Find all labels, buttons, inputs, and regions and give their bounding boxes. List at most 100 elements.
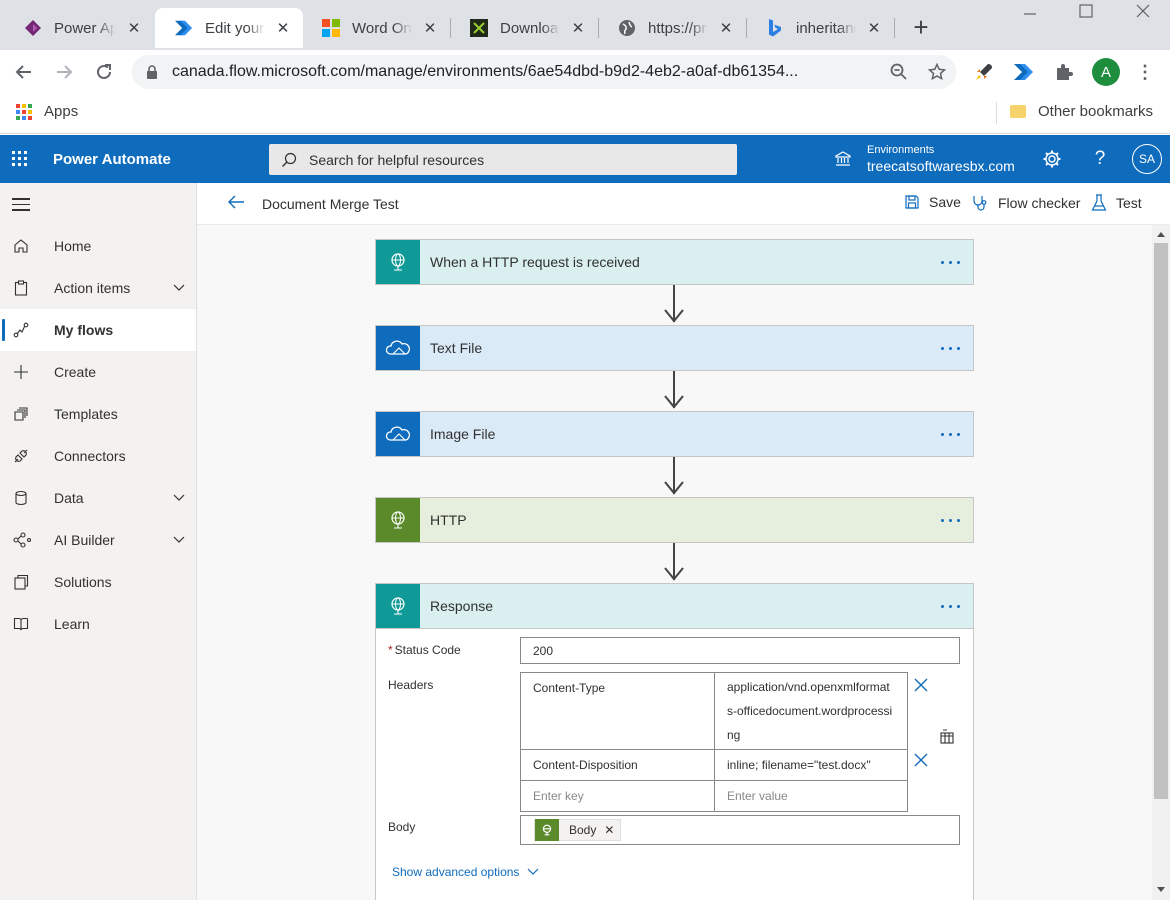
- hamburger-menu-icon[interactable]: [12, 198, 30, 215]
- chevron-down-icon[interactable]: [162, 536, 196, 544]
- nav-item-ai-builder[interactable]: AI Builder: [0, 519, 196, 561]
- switch-to-text-mode-icon[interactable]: [939, 729, 955, 745]
- nav-item-create[interactable]: Create: [0, 351, 196, 393]
- address-bar[interactable]: canada.flow.microsoft.com/manage/environ…: [132, 55, 956, 89]
- more-options-icon[interactable]: [927, 432, 973, 436]
- nav-item-learn[interactable]: Learn: [0, 603, 196, 645]
- extensions-puzzle-icon[interactable]: [1052, 60, 1076, 84]
- enter-key-input[interactable]: Enter key: [521, 781, 715, 811]
- lock-icon: [132, 64, 172, 80]
- body-input[interactable]: Body ✕: [520, 815, 960, 845]
- flow-connector-arrow: [664, 543, 684, 583]
- onedrive-cloud-icon: [376, 326, 420, 370]
- browser-tab-word-online[interactable]: Word Online ✕: [302, 8, 450, 48]
- power-automate-extension-icon[interactable]: [1012, 60, 1036, 84]
- flow-connector-arrow: [664, 371, 684, 411]
- browser-toolbar: canada.flow.microsoft.com/manage/environ…: [0, 50, 1170, 94]
- enter-value-input[interactable]: Enter value: [715, 781, 907, 811]
- environment-name: treecatsoftwaresbx.com: [867, 158, 1015, 174]
- remove-header-icon[interactable]: [913, 752, 929, 768]
- scrollbar-thumb[interactable]: [1154, 243, 1168, 799]
- browser-tab-products[interactable]: https://products.office.com ✕: [598, 8, 746, 48]
- app-launcher-icon[interactable]: [12, 151, 27, 166]
- vertical-scrollbar[interactable]: [1152, 225, 1170, 900]
- reload-button[interactable]: [90, 58, 118, 86]
- clipboard-icon: [0, 280, 54, 296]
- browser-tab-download[interactable]: Download ✕: [450, 8, 598, 48]
- new-tab-button[interactable]: +: [908, 14, 934, 40]
- step-card-response[interactable]: Response: [375, 583, 974, 629]
- nav-label: Learn: [54, 616, 90, 632]
- remove-token-icon[interactable]: ✕: [604, 823, 614, 837]
- forward-button[interactable]: [50, 58, 78, 86]
- close-icon[interactable]: ✕: [273, 18, 293, 38]
- help-icon[interactable]: ?: [1088, 147, 1112, 171]
- close-icon[interactable]: ✕: [716, 18, 736, 38]
- dynamic-content-token[interactable]: Body ✕: [534, 819, 622, 841]
- settings-gear-icon[interactable]: [1040, 147, 1064, 171]
- header-key-input[interactable]: Content-Disposition: [521, 750, 715, 780]
- browser-tab-inheritance[interactable]: inheritance ✕: [746, 8, 894, 48]
- bookmark-other-label: Other bookmarks: [1038, 103, 1154, 120]
- nav-item-my-flows[interactable]: My flows: [0, 309, 196, 351]
- user-avatar[interactable]: SA: [1132, 144, 1162, 174]
- window-close-button[interactable]: [1128, 4, 1158, 23]
- star-icon[interactable]: [918, 63, 956, 81]
- scroll-down-arrow[interactable]: [1157, 887, 1165, 892]
- header-value-input[interactable]: inline; filename="test.docx": [715, 750, 907, 780]
- rocket-extension-icon[interactable]: [972, 60, 996, 84]
- microsoft-icon: [322, 19, 340, 37]
- folder-icon: [1010, 105, 1026, 118]
- http-globe-icon: [535, 819, 559, 841]
- bookmark-other[interactable]: Other bookmarks: [1010, 103, 1153, 120]
- app-title[interactable]: Power Automate: [53, 151, 171, 168]
- step-title: Response: [430, 598, 494, 614]
- nav-item-home[interactable]: Home: [0, 225, 196, 267]
- remove-header-icon[interactable]: [913, 677, 929, 693]
- close-icon[interactable]: ✕: [124, 18, 144, 38]
- back-button[interactable]: [10, 58, 38, 86]
- step-card-text-file[interactable]: Text File: [375, 325, 974, 371]
- status-code-input[interactable]: 200: [520, 637, 960, 664]
- minimize-button[interactable]: [1015, 4, 1045, 23]
- more-vert-icon[interactable]: ⋮: [1135, 60, 1155, 84]
- more-options-icon[interactable]: [927, 604, 973, 608]
- nav-item-solutions[interactable]: Solutions: [0, 561, 196, 603]
- maximize-button[interactable]: [1071, 4, 1101, 23]
- test-button[interactable]: Test: [1091, 194, 1142, 212]
- zoom-icon[interactable]: [880, 63, 918, 81]
- left-navigation: Home Action items My flows Create Templa…: [0, 183, 197, 900]
- nav-item-connectors[interactable]: Connectors: [0, 435, 196, 477]
- nav-item-templates[interactable]: Templates: [0, 393, 196, 435]
- onedrive-cloud-icon: [376, 412, 420, 456]
- show-advanced-options-link[interactable]: Show advanced options: [392, 865, 539, 879]
- nav-label: Connectors: [54, 448, 126, 464]
- step-card-http[interactable]: HTTP: [375, 497, 974, 543]
- more-options-icon[interactable]: [927, 346, 973, 350]
- search-box[interactable]: Search for helpful resources: [269, 144, 737, 175]
- bing-icon: [766, 19, 784, 37]
- nav-item-action-items[interactable]: Action items: [0, 267, 196, 309]
- more-options-icon[interactable]: [927, 260, 973, 264]
- close-icon[interactable]: ✕: [864, 18, 884, 38]
- bookmark-apps[interactable]: Apps: [16, 103, 78, 120]
- header-value-input[interactable]: application/vnd.openxmlformat s-officedo…: [715, 673, 907, 749]
- environment-picker[interactable]: Environments treecatsoftwaresbx.com: [867, 142, 1015, 174]
- save-button[interactable]: Save: [904, 194, 961, 210]
- step-card-image-file[interactable]: Image File: [375, 411, 974, 457]
- tab-label: Power Apps: [54, 19, 116, 37]
- back-arrow-icon[interactable]: [227, 194, 245, 213]
- scroll-up-arrow[interactable]: [1157, 232, 1165, 237]
- more-options-icon[interactable]: [927, 518, 973, 522]
- close-icon[interactable]: ✕: [420, 18, 440, 38]
- step-card-http-trigger[interactable]: When a HTTP request is received: [375, 239, 974, 285]
- chevron-down-icon[interactable]: [162, 494, 196, 502]
- header-key-input[interactable]: Content-Type: [521, 673, 715, 749]
- chevron-down-icon[interactable]: [162, 284, 196, 292]
- browser-tab-power-automate[interactable]: Edit your flow | Power Automate ✕: [155, 8, 303, 48]
- flow-checker-button[interactable]: Flow checker: [971, 194, 1080, 212]
- profile-avatar[interactable]: A: [1092, 58, 1120, 86]
- browser-tab-power-apps[interactable]: Power Apps ✕: [4, 8, 154, 48]
- close-icon[interactable]: ✕: [568, 18, 588, 38]
- nav-item-data[interactable]: Data: [0, 477, 196, 519]
